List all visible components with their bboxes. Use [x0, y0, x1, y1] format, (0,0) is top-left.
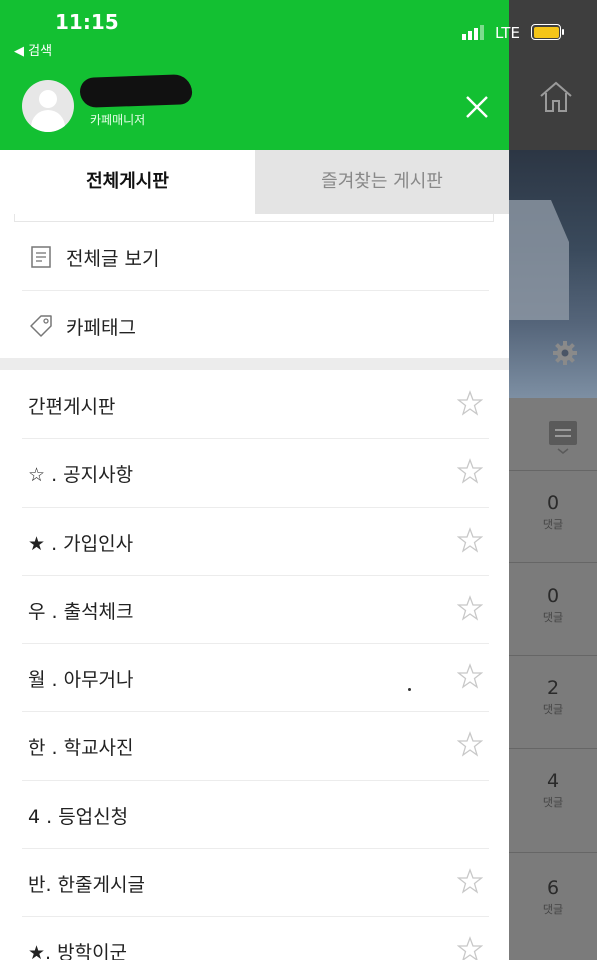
- board-item[interactable]: 간편게시판: [0, 370, 509, 438]
- star-icon[interactable]: [457, 936, 483, 960]
- tag-icon: [30, 315, 52, 337]
- tab-underline: [14, 214, 494, 222]
- menu-item-cafe-tag[interactable]: 카페태그: [0, 291, 509, 359]
- comment-count: 2 댓글: [542, 677, 564, 716]
- menu-item-label: 전체글 보기: [66, 248, 160, 270]
- board-label: 간편게시판: [28, 396, 116, 418]
- gear-icon[interactable]: [552, 340, 578, 366]
- avatar-head: [39, 90, 57, 108]
- star-icon[interactable]: [457, 527, 483, 553]
- board-item[interactable]: 4 . 등업신청: [0, 780, 509, 848]
- stray-dot: [408, 688, 411, 691]
- background-divider: [509, 655, 597, 656]
- board-label: 월 . 아무거나: [28, 669, 134, 691]
- tab-all-boards[interactable]: 전체게시판: [0, 150, 255, 214]
- close-icon[interactable]: [462, 92, 492, 122]
- comment-count: 4 댓글: [542, 770, 564, 809]
- battery-icon: [531, 24, 564, 40]
- board-label: 4 . 등업신청: [28, 806, 129, 828]
- board-item[interactable]: ★. 방학이군: [0, 916, 509, 960]
- section-divider: [0, 358, 509, 370]
- star-icon[interactable]: [457, 595, 483, 621]
- background-divider: [509, 852, 597, 853]
- network-label: LTE: [495, 24, 520, 42]
- menu-item-label: 카페태그: [66, 317, 136, 339]
- list-view-icon[interactable]: [548, 420, 578, 454]
- comment-count: 6 댓글: [542, 877, 564, 916]
- menu-item-all-posts[interactable]: 전체글 보기: [0, 222, 509, 290]
- redacted-username: [79, 74, 193, 108]
- star-icon[interactable]: [457, 731, 483, 757]
- board-label: 한 . 학교사진: [28, 737, 134, 759]
- board-label: ★. 방학이군: [28, 942, 128, 960]
- comment-count: 0 댓글: [542, 492, 564, 531]
- status-time: 11:15: [55, 10, 119, 34]
- background-divider: [509, 470, 597, 471]
- home-icon[interactable]: [538, 80, 574, 114]
- board-tabs: 전체게시판 즐겨찾는 게시판: [0, 150, 509, 214]
- signal-icon: [462, 25, 484, 40]
- board-item[interactable]: ☆ . 공지사항: [0, 438, 509, 506]
- avatar[interactable]: [22, 80, 74, 132]
- board-item[interactable]: 반. 한줄게시글: [0, 848, 509, 916]
- background-divider: [509, 748, 597, 749]
- board-item[interactable]: 월 . 아무거나: [0, 643, 509, 711]
- cafe-menu-drawer: 카페매니저 전체게시판 즐겨찾는 게시판 전체글 보기 카페태그 간편게시판 ☆…: [0, 0, 509, 960]
- star-icon[interactable]: [457, 663, 483, 689]
- status-bar: 11:15 ◀ 검색 LTE: [0, 0, 597, 60]
- board-label: ☆ . 공지사항: [28, 464, 134, 486]
- board-item[interactable]: 한 . 학교사진: [0, 711, 509, 779]
- tab-favorite-boards[interactable]: 즐겨찾는 게시판: [255, 150, 509, 214]
- document-icon: [31, 246, 51, 268]
- star-icon[interactable]: [457, 458, 483, 484]
- star-icon[interactable]: [457, 868, 483, 894]
- board-label: ★ . 가입인사: [28, 533, 134, 555]
- board-label: 우 . 출석체크: [28, 601, 134, 623]
- board-label: 반. 한줄게시글: [28, 874, 145, 896]
- avatar-body: [31, 110, 65, 132]
- comment-count: 0 댓글: [542, 585, 564, 624]
- battery-level: [533, 26, 559, 38]
- star-icon[interactable]: [457, 390, 483, 416]
- user-role: 카페매니저: [90, 113, 146, 127]
- background-divider: [509, 562, 597, 563]
- board-item[interactable]: ★ . 가입인사: [0, 507, 509, 575]
- board-item[interactable]: 우 . 출석체크: [0, 575, 509, 643]
- back-to-search-link[interactable]: ◀ 검색: [14, 40, 52, 59]
